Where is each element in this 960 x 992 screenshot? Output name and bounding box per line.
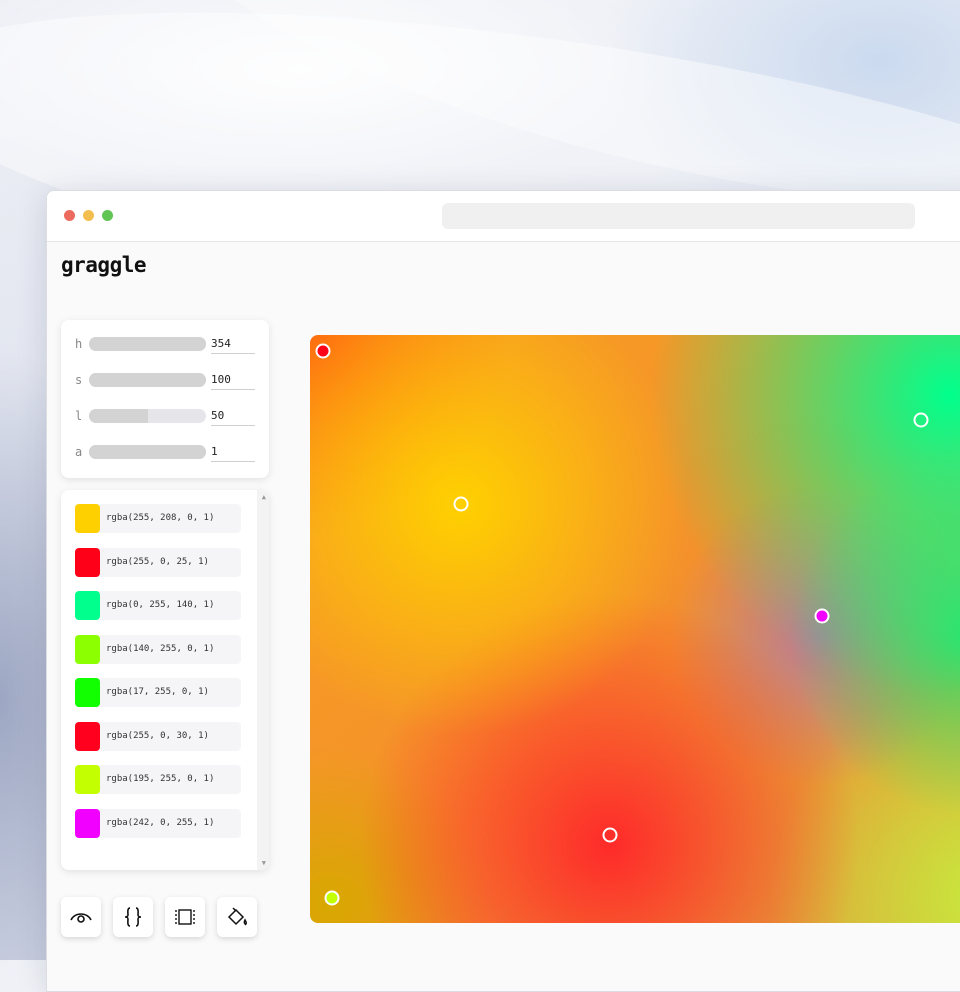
eye-icon — [70, 913, 92, 923]
browser-window: graggle h 354 s 100 l 50 a 1 rgba(255, 2… — [46, 190, 960, 992]
color-value: rgba(255, 208, 0, 1) — [106, 513, 215, 523]
slider-label: l — [75, 409, 83, 423]
color-swatch[interactable] — [75, 678, 100, 707]
slider-label: a — [75, 445, 83, 459]
slider-row-s: s 100 — [61, 364, 269, 400]
color-list-item[interactable]: rgba(255, 0, 25, 1) — [75, 547, 241, 577]
lightness-slider[interactable] — [89, 409, 206, 423]
close-window-button[interactable] — [64, 210, 75, 221]
color-value: rgba(255, 0, 30, 1) — [106, 730, 209, 741]
color-list-item[interactable]: rgba(255, 0, 30, 1) — [75, 721, 241, 751]
preview-button[interactable] — [61, 897, 101, 937]
color-stop-handle[interactable] — [315, 343, 331, 359]
slider-label: s — [75, 373, 83, 387]
saturation-input[interactable]: 100 — [211, 373, 255, 390]
lightness-input[interactable]: 50 — [211, 409, 255, 426]
color-list: rgba(255, 208, 0, 1) rgba(255, 0, 25, 1) r… — [61, 490, 269, 870]
color-list-item[interactable]: rgba(242, 0, 255, 1) — [75, 808, 241, 838]
color-value: rgba(242, 0, 255, 1) — [106, 817, 215, 828]
gradient-canvas[interactable] — [310, 335, 960, 923]
color-list-item[interactable]: rgba(0, 255, 140, 1) — [75, 591, 241, 620]
hsla-panel: h 354 s 100 l 50 a 1 — [61, 320, 269, 478]
slider-label: h — [75, 337, 83, 351]
code-button[interactable] — [113, 897, 153, 937]
color-swatch[interactable] — [75, 634, 100, 664]
maximize-window-button[interactable] — [102, 210, 113, 221]
color-swatch[interactable] — [75, 591, 100, 620]
fill-button[interactable] — [217, 897, 257, 937]
color-stop-handle[interactable] — [913, 412, 929, 428]
color-list-item[interactable]: rgba(195, 255, 0, 1) — [75, 765, 241, 794]
color-swatch[interactable] — [75, 547, 100, 577]
scroll-down-arrow-icon[interactable]: ▼ — [262, 859, 266, 867]
color-value: rgba(195, 255, 0, 1) — [106, 774, 215, 784]
color-value: rgba(140, 255, 0, 1) — [106, 643, 215, 654]
frame-button[interactable] — [165, 897, 205, 937]
slider-row-l: l 50 — [61, 400, 269, 436]
alpha-slider[interactable] — [89, 445, 206, 459]
color-swatch[interactable] — [75, 808, 100, 838]
list-scrollbar[interactable]: ▲ ▼ — [257, 490, 269, 870]
color-swatch[interactable] — [75, 765, 100, 794]
hue-slider[interactable] — [89, 337, 206, 351]
color-stop-handle[interactable] — [602, 827, 618, 843]
app-title: graggle — [61, 253, 147, 277]
braces-icon — [124, 907, 142, 927]
paint-bucket-icon — [227, 907, 248, 926]
address-bar[interactable] — [442, 203, 915, 229]
title-bar — [47, 191, 960, 242]
color-value: rgba(0, 255, 140, 1) — [106, 600, 215, 610]
slider-row-a: a 1 — [61, 436, 269, 472]
color-swatch[interactable] — [75, 504, 100, 533]
color-list-item[interactable]: rgba(255, 208, 0, 1) — [75, 504, 241, 533]
color-stop-handle[interactable] — [453, 496, 469, 512]
minimize-window-button[interactable] — [83, 210, 94, 221]
color-stop-handle[interactable] — [814, 608, 830, 624]
color-stop-handle[interactable] — [324, 890, 340, 906]
color-swatch[interactable] — [75, 721, 100, 751]
saturation-slider[interactable] — [89, 373, 206, 387]
hue-input[interactable]: 354 — [211, 337, 255, 354]
color-value: rgba(17, 255, 0, 1) — [106, 687, 209, 697]
scroll-up-arrow-icon[interactable]: ▲ — [262, 493, 266, 501]
color-list-item[interactable]: rgba(17, 255, 0, 1) — [75, 678, 241, 707]
frame-icon — [175, 909, 195, 925]
color-value: rgba(255, 0, 25, 1) — [106, 556, 209, 567]
color-list-item[interactable]: rgba(140, 255, 0, 1) — [75, 634, 241, 664]
slider-row-h: h 354 — [61, 328, 269, 364]
alpha-input[interactable]: 1 — [211, 445, 255, 462]
